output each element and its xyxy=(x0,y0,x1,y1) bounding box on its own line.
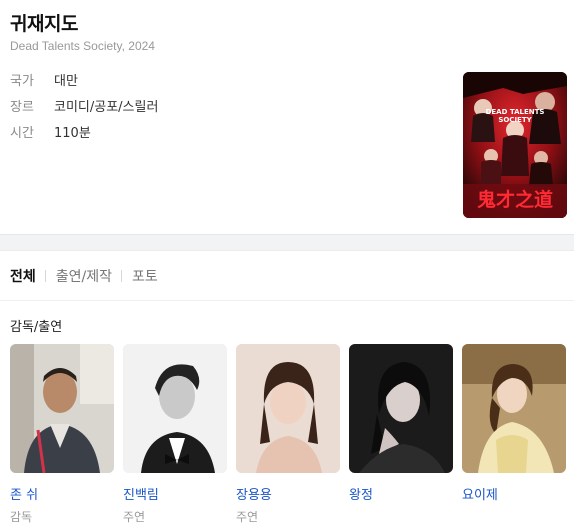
cast-list: 존 쉬 감독 진백림 주연 장용용 주연 왕정 요이제 xyxy=(10,344,574,525)
movie-info: 국가 대만 장르 코미디/공포/스릴러 시간 110분 xyxy=(10,74,158,152)
person-photo[interactable] xyxy=(462,344,566,473)
movie-poster[interactable]: DEAD TALENTS SOCIETY 鬼才之道 xyxy=(463,72,567,218)
tab-separator xyxy=(121,270,123,282)
person-card[interactable]: 진백림 주연 xyxy=(123,344,227,525)
tab-cast-crew[interactable]: 출연/제작 xyxy=(56,266,112,286)
person-photo[interactable] xyxy=(10,344,114,473)
person-photo[interactable] xyxy=(236,344,340,473)
person-name[interactable]: 요이제 xyxy=(462,484,566,503)
info-label: 시간 xyxy=(10,126,34,141)
info-row-runtime: 시간 110분 xyxy=(10,126,158,152)
poster-image: DEAD TALENTS SOCIETY 鬼才之道 xyxy=(463,72,567,218)
person-card[interactable]: 존 쉬 감독 xyxy=(10,344,114,525)
info-value: 대만 xyxy=(54,74,78,89)
person-card[interactable]: 왕정 xyxy=(349,344,453,525)
tab-all[interactable]: 전체 xyxy=(10,266,36,286)
movie-subtitle: Dead Talents Society, 2024 xyxy=(10,39,155,53)
info-row-country: 국가 대만 xyxy=(10,74,158,100)
poster-chinese-title: 鬼才之道 xyxy=(477,188,553,211)
person-name[interactable]: 왕정 xyxy=(349,484,453,503)
person-name[interactable]: 진백림 xyxy=(123,484,227,503)
person-name[interactable]: 장용용 xyxy=(236,484,340,503)
info-label: 장르 xyxy=(10,100,34,115)
person-role: 주연 xyxy=(123,510,146,524)
tab-bar: 전체 출연/제작 포토 xyxy=(10,266,158,286)
tab-separator xyxy=(44,270,46,282)
person-card[interactable]: 장용용 주연 xyxy=(236,344,340,525)
cast-section-title: 감독/출연 xyxy=(10,320,63,335)
person-card[interactable]: 요이제 xyxy=(462,344,566,525)
person-role: 감독 xyxy=(10,510,33,524)
person-photo[interactable] xyxy=(123,344,227,473)
person-role: 주연 xyxy=(236,510,259,524)
movie-title: 귀재지도 xyxy=(10,13,78,35)
section-divider xyxy=(0,234,574,251)
tab-photos[interactable]: 포토 xyxy=(132,266,158,286)
info-value: 코미디/공포/스릴러 xyxy=(54,100,159,115)
poster-english-title: DEAD TALENTS xyxy=(486,108,545,116)
person-photo[interactable] xyxy=(349,344,453,473)
info-label: 국가 xyxy=(10,74,34,89)
info-value: 110분 xyxy=(54,126,91,141)
movie-header: 귀재지도 Dead Talents Society, 2024 국가 대만 장르… xyxy=(0,0,574,234)
svg-text:SOCIETY: SOCIETY xyxy=(498,116,532,124)
person-name[interactable]: 존 쉬 xyxy=(10,484,114,503)
tab-divider xyxy=(0,300,574,301)
info-row-genre: 장르 코미디/공포/스릴러 xyxy=(10,100,158,126)
